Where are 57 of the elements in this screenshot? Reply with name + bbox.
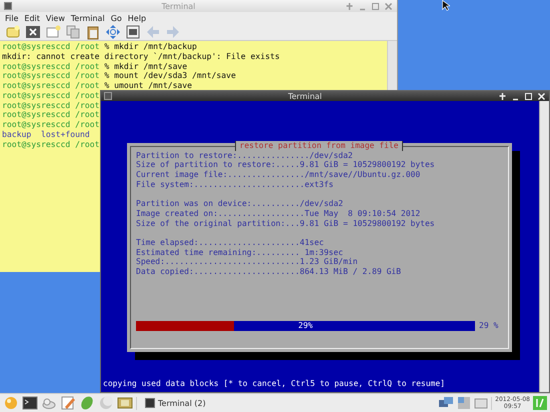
taskbar-button[interactable]: Terminal (2) bbox=[140, 396, 211, 410]
notepad-icon[interactable] bbox=[60, 395, 76, 411]
terminal-icon bbox=[104, 92, 112, 100]
menu-item[interactable]: View bbox=[46, 14, 65, 22]
info-line: Partition was on device:........../dev/sda2 bbox=[136, 199, 344, 209]
info-line: Estimated time remaining:......... 1m:39sec bbox=[136, 248, 344, 258]
info-line: Image created on:..................Tue May 8 09:10:54 2012 bbox=[136, 208, 422, 219]
info-line: Current image file:................/mnt/save//Ubuntu.gz.000 bbox=[136, 170, 422, 180]
status-line: copying used data blocks [* to cancel, Ctrl5 to pause, CtrlQ to resume] bbox=[102, 379, 446, 390]
copy-icon[interactable] bbox=[65, 24, 81, 40]
terminal-icon bbox=[4, 2, 12, 10]
terminal-icon[interactable] bbox=[22, 395, 38, 411]
window-title: Terminal bbox=[160, 2, 196, 10]
info-line: Data copied:......................864.13 MiB / 2.89 GiB bbox=[136, 267, 402, 277]
command-output: mkdir: cannot create directory `/mnt/backup': File exists bbox=[2, 52, 281, 62]
dialog-title: restore partition from image file bbox=[234, 141, 404, 151]
scrollbar[interactable] bbox=[539, 101, 549, 392]
menu-item[interactable]: Edit bbox=[24, 14, 40, 22]
info-line: Speed:............................1.23 GiB/min bbox=[136, 257, 359, 268]
info-line: Size of partition to restore:.....9.81 GiB = 10529800192 bytes bbox=[136, 160, 436, 170]
window-title: Terminal bbox=[287, 92, 323, 100]
info-line: File system:.......................ext3fs bbox=[136, 180, 334, 190]
shell-prompt: root@sysresccd /root bbox=[2, 109, 100, 120]
terminal-icon[interactable] bbox=[125, 24, 141, 40]
workspace-icon[interactable] bbox=[457, 396, 472, 410]
close-tab-icon[interactable] bbox=[25, 24, 41, 40]
mouse-pointer-icon bbox=[442, 0, 450, 11]
shell-command: % umount /mnt/save bbox=[104, 80, 192, 90]
leaf-icon[interactable] bbox=[79, 395, 95, 411]
menu-item[interactable]: File bbox=[5, 14, 18, 22]
shell-prompt: root@sysresccd /root bbox=[2, 80, 100, 90]
network-icon[interactable] bbox=[438, 396, 454, 410]
terminal-icon bbox=[145, 398, 155, 408]
shell-prompt: root@sysresccd /root bbox=[2, 41, 100, 51]
info-line: Partition to restore:.............../dev/sda2 bbox=[136, 150, 354, 160]
menu-item[interactable]: Help bbox=[128, 14, 146, 22]
shell-prompt: root@sysresccd /root bbox=[2, 90, 100, 100]
shell-command: % mount /dev/sda3 /mnt/save bbox=[104, 70, 236, 80]
shell-prompt: root@sysresccd /root bbox=[2, 70, 100, 80]
progress-label: 29% bbox=[297, 321, 314, 331]
four-arrows-icon[interactable] bbox=[105, 24, 121, 40]
shell-prompt: root@sysresccd /root bbox=[2, 100, 100, 110]
clipboard-icon[interactable] bbox=[85, 24, 101, 40]
shell-prompt: root@sysresccd /root bbox=[2, 119, 100, 129]
progress-reading: 29 % bbox=[479, 321, 498, 331]
info-line: Size of the original partition:...9.81 GiB = 10529800192 bytes bbox=[136, 218, 436, 228]
menu-item[interactable]: Terminal bbox=[70, 14, 105, 22]
desktop-icon[interactable] bbox=[117, 395, 133, 411]
directory-listing: backup lost+found bbox=[2, 130, 91, 140]
shell-prompt: root@sysresccd /root bbox=[2, 138, 100, 148]
shell-command: % mkdir /mnt/save bbox=[104, 60, 188, 70]
shell-prompt: root@sysresccd /root bbox=[2, 60, 100, 70]
info-line: Time elapsed:.....................41sec bbox=[136, 238, 325, 248]
folder-icon[interactable] bbox=[474, 396, 488, 410]
logout-icon[interactable] bbox=[533, 396, 547, 410]
shell-command: % mkdir /mnt/backup bbox=[104, 41, 197, 51]
menu-item[interactable]: Go bbox=[110, 14, 122, 22]
